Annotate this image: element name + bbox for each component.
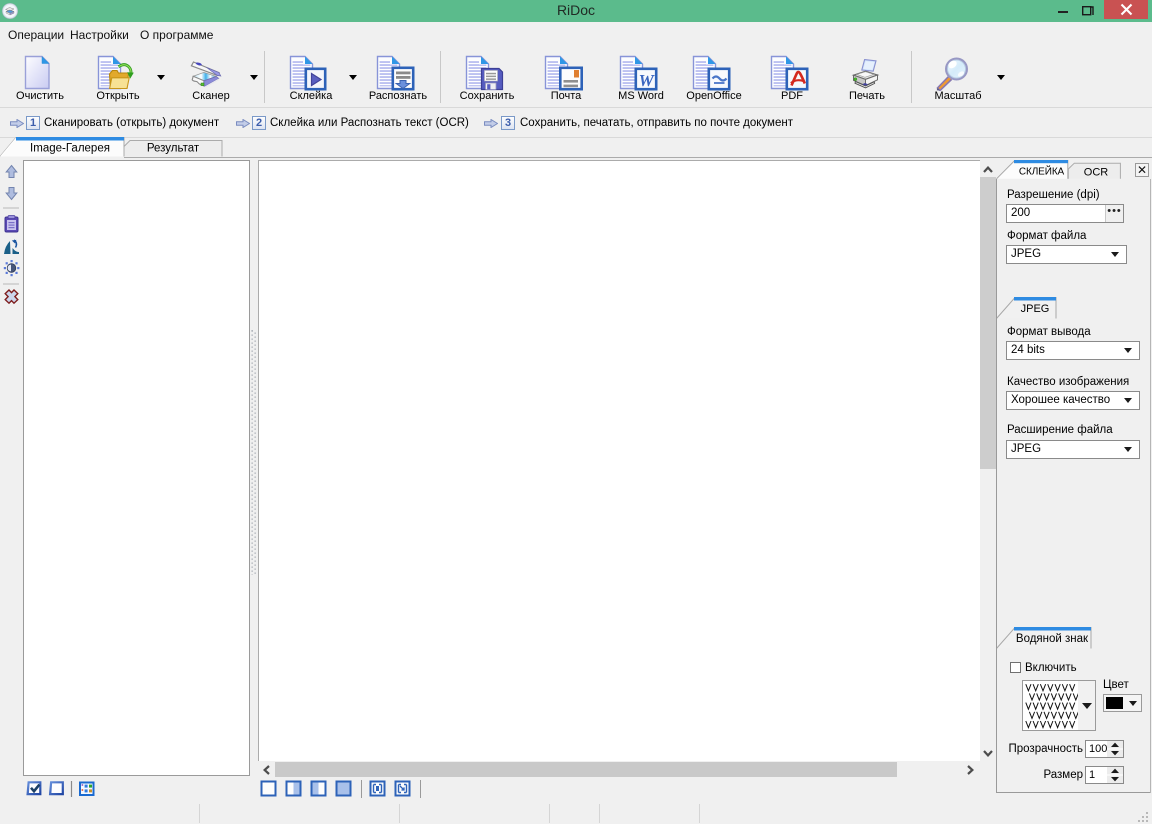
- svg-text:Результат: Результат: [147, 143, 200, 155]
- svg-text:СКЛЕЙКА: СКЛЕЙКА: [1019, 165, 1065, 178]
- svg-text:Image-Галерея: Image-Галерея: [30, 143, 110, 155]
- svg-text:W: W: [639, 71, 656, 90]
- svg-text:Водяной знак: Водяной знак: [1016, 633, 1089, 645]
- svg-text:OCR: OCR: [1084, 167, 1109, 179]
- svg-text:JPEG: JPEG: [1021, 303, 1050, 315]
